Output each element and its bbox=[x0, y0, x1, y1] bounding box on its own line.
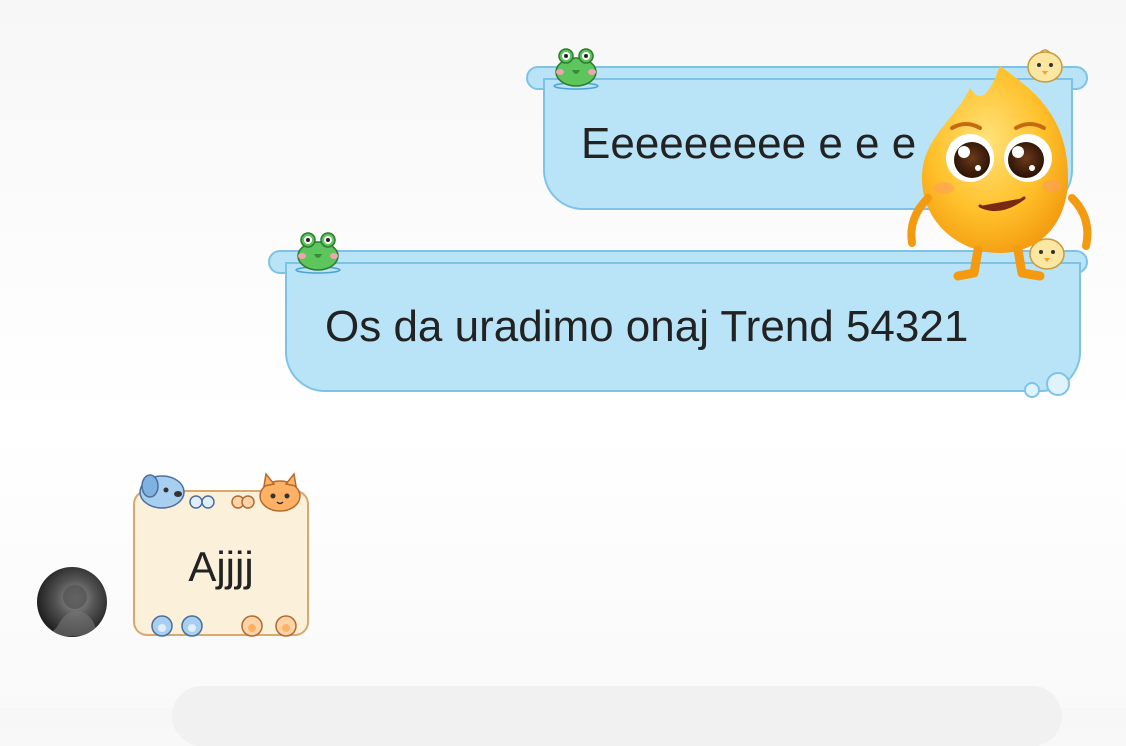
avatar-image bbox=[47, 585, 97, 637]
frog-sticker-icon bbox=[295, 232, 341, 274]
bubbles-decoration-icon bbox=[1024, 372, 1070, 398]
dog-sticker-icon bbox=[139, 474, 215, 509]
message-text: Ajjjj bbox=[188, 543, 254, 590]
chat-area[interactable]: Eeeeeeeee e e e Os da uradimo onaj Trend… bbox=[0, 0, 1126, 746]
message-input-bar[interactable] bbox=[172, 686, 1062, 746]
cat-sticker-icon bbox=[231, 472, 301, 512]
paw-icon bbox=[241, 615, 297, 637]
flame-mascot-sticker[interactable] bbox=[900, 58, 1100, 283]
paw-icon bbox=[151, 615, 203, 637]
frog-sticker-icon bbox=[553, 48, 599, 90]
avatar[interactable] bbox=[37, 567, 107, 637]
message-text: Eeeeeeeee e e e bbox=[581, 119, 917, 168]
message-text: Os da uradimo onaj Trend 54321 bbox=[325, 302, 969, 351]
